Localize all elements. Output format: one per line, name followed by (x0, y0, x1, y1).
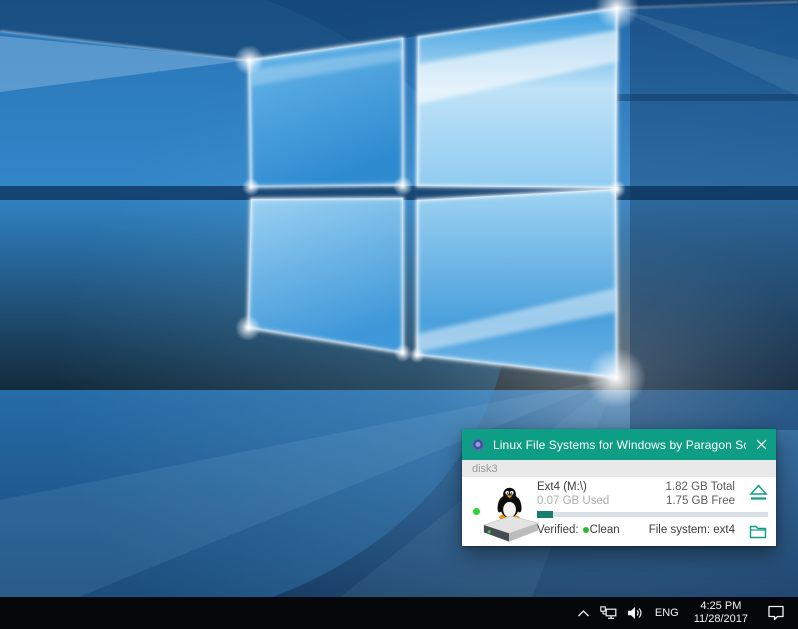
desktop: Linux File Systems for Windows by Parago… (0, 0, 798, 629)
volume-icon (627, 606, 643, 620)
drive-line-2: 0.07 GB Used 1.75 GB Free (537, 494, 768, 508)
filesystem-value: File system: ext4 (649, 523, 735, 537)
system-tray: ENG 4:25 PM 11/28/2017 (572, 597, 798, 629)
folder-icon (749, 524, 767, 539)
eject-icon (749, 484, 768, 501)
drive-status-dot (473, 508, 480, 515)
clock-text: 4:25 PM 11/28/2017 (694, 600, 748, 626)
drive-line-3: Verified: Clean File system: ext4 (537, 523, 768, 537)
date: 11/28/2017 (694, 613, 748, 625)
linux-disk-icon (480, 486, 542, 543)
usage-bar-fill (537, 511, 553, 518)
window-title: Linux File Systems for Windows by Parago… (493, 438, 746, 452)
close-button[interactable] (746, 429, 776, 460)
action-center-button[interactable] (762, 597, 790, 629)
action-center-icon (767, 605, 785, 621)
disk-group-label: disk3 (472, 463, 498, 475)
clean-dot-icon (583, 527, 589, 533)
taskbar: ENG 4:25 PM 11/28/2017 (0, 597, 798, 629)
clean-text: Clean (590, 524, 620, 536)
drive-name: Ext4 (M:\) (537, 480, 587, 494)
show-hidden-icons-button[interactable] (572, 597, 595, 629)
chevron-up-icon (577, 609, 590, 618)
network-tray-button[interactable] (595, 597, 622, 629)
usage-bar (537, 512, 768, 517)
paragon-app-icon (472, 439, 484, 451)
drive-free: 1.75 GB Free (666, 494, 735, 508)
open-folder-button[interactable] (747, 521, 769, 541)
network-icon (600, 606, 617, 620)
language-indicator[interactable]: ENG (648, 597, 686, 629)
drive-used: 0.07 GB Used (537, 494, 609, 508)
drive-line-1: Ext4 (M:\) 1.82 GB Total (537, 480, 768, 494)
window-titlebar[interactable]: Linux File Systems for Windows by Parago… (462, 429, 776, 460)
drive-total: 1.82 GB Total (666, 480, 735, 494)
close-icon (756, 439, 767, 450)
verified-label: Verified: (537, 524, 579, 536)
drive-panel: Ext4 (M:\) 1.82 GB Total 0.07 GB Used 1.… (462, 477, 776, 546)
volume-tray-button[interactable] (622, 597, 648, 629)
time: 4:25 PM (700, 600, 741, 612)
clock[interactable]: 4:25 PM 11/28/2017 (686, 597, 756, 629)
drive-details: Ext4 (M:\) 1.82 GB Total 0.07 GB Used 1.… (537, 480, 768, 537)
disk-group-header: disk3 (462, 460, 776, 477)
verified-status: Verified: Clean (537, 523, 620, 537)
paragon-linux-fs-window: Linux File Systems for Windows by Parago… (462, 429, 776, 546)
eject-button[interactable] (747, 482, 769, 502)
